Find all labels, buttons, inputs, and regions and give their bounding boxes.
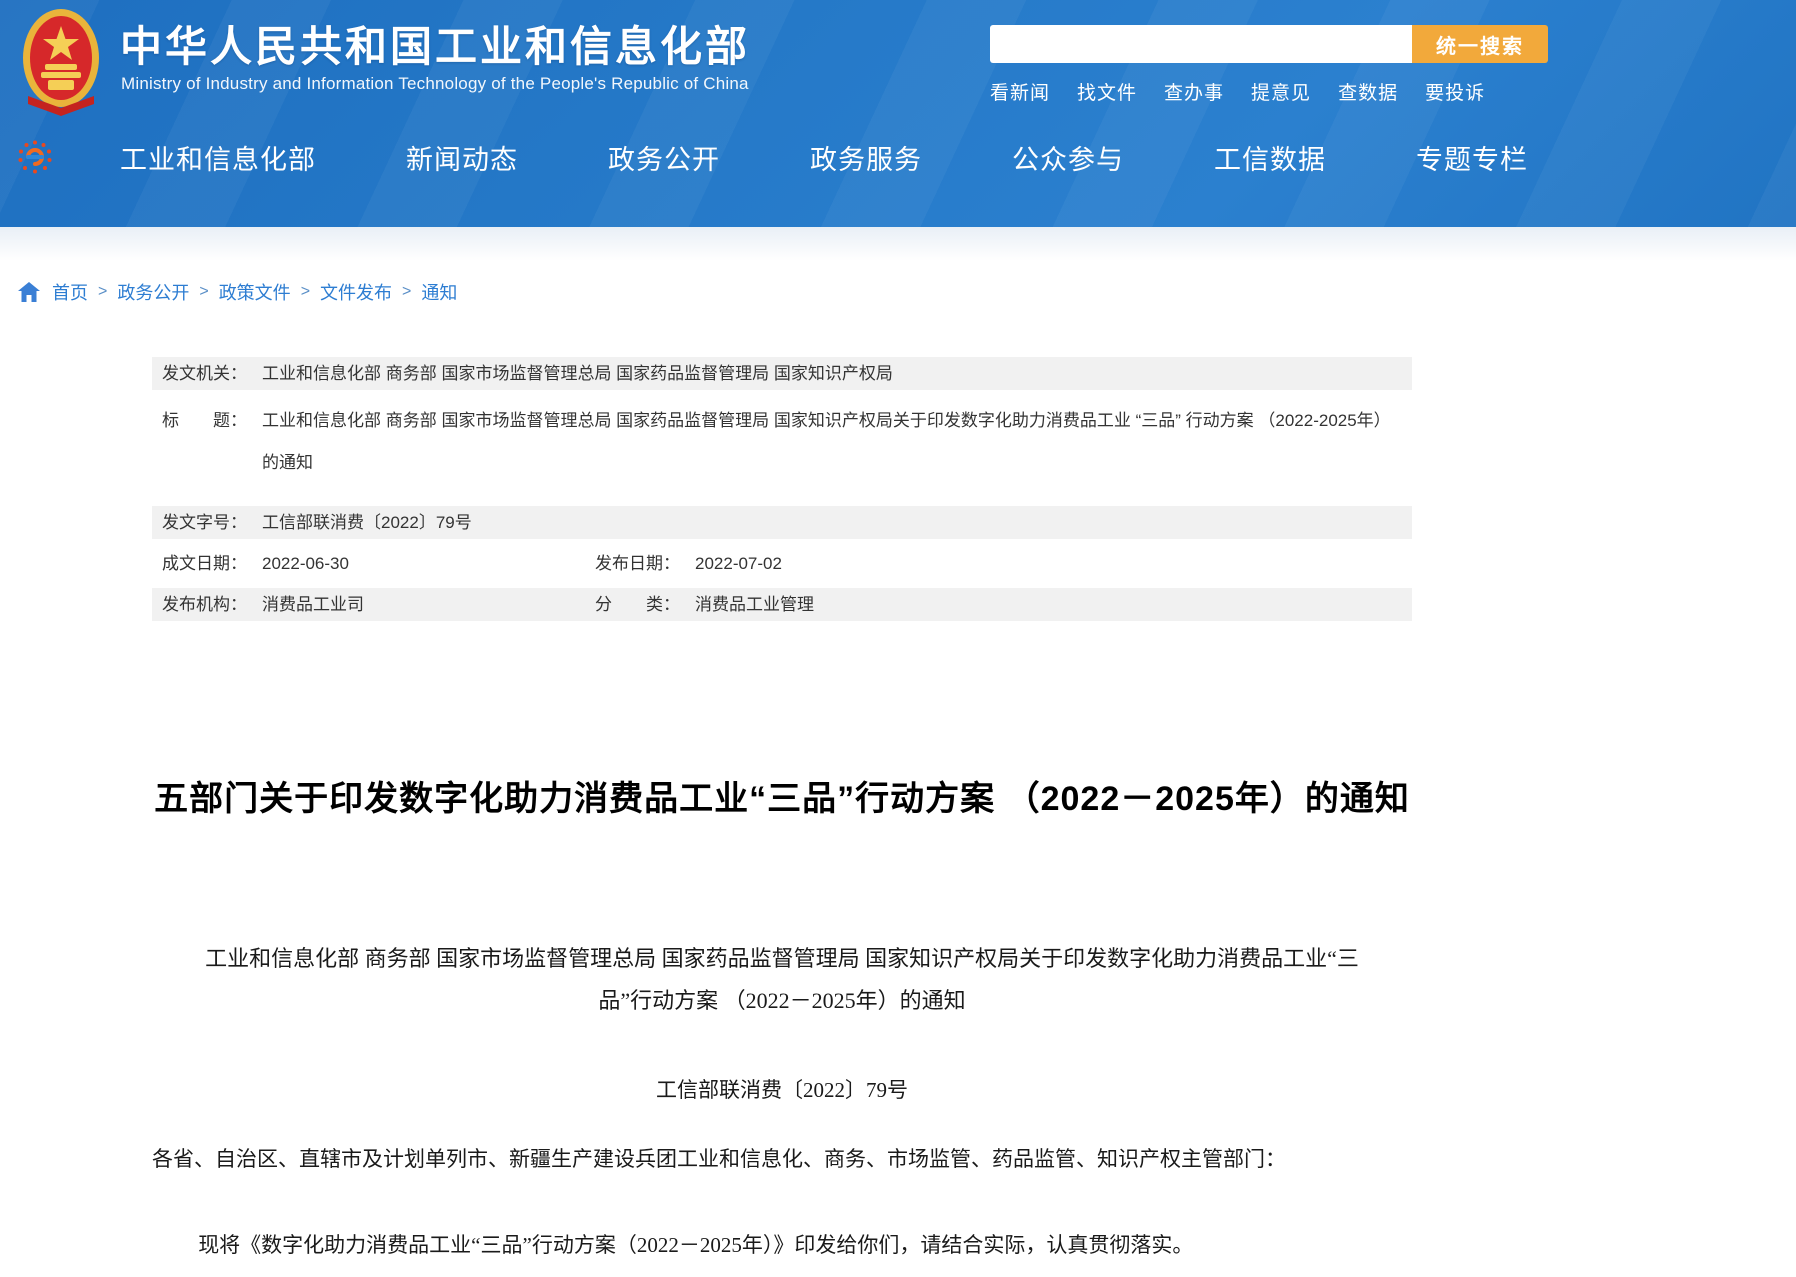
meta-label: 发布机构： [162,594,262,615]
breadcrumb-separator: > [199,283,208,301]
meta-value: 2022-07-02 [695,553,782,574]
site-subtitle-en: Ministry of Industry and Information Tec… [121,74,749,94]
meta-value: 2022-06-30 [262,553,349,574]
meta-label: 分 类： [595,594,695,615]
quick-link[interactable]: 看新闻 [990,78,1050,105]
document-number: 工信部联消费〔2022〕79号 [152,1074,1412,1104]
nav-list: 工业和信息化部 新闻动态 政务公开 政务服务 公众参与 工信数据 专题专栏 [120,138,1528,177]
breadcrumb-separator: > [402,283,411,301]
quick-link[interactable]: 提意见 [1251,78,1311,105]
nav-item[interactable]: 专题专栏 [1416,138,1528,177]
meta-value: 消费品工业管理 [695,594,814,615]
quick-link[interactable]: 要投诉 [1425,78,1485,105]
breadcrumb-item: 文件发布 > [320,279,421,305]
search-input[interactable] [990,25,1412,63]
content-area: 发文机关： 工业和信息化部 商务部 国家市场监督管理总局 国家药品监督管理局 国… [152,357,1412,1262]
meta-row-dates: 成文日期： 2022-06-30 发布日期： 2022-07-02 [152,547,1412,580]
breadcrumb-link[interactable]: 政务公开 [117,279,189,305]
breadcrumb-link[interactable]: 首页 [52,279,88,305]
meta-label: 发文字号： [162,512,262,533]
unified-search-button[interactable]: 统一搜索 [1412,25,1548,63]
meta-value: 工业和信息化部 商务部 国家市场监督管理总局 国家药品监督管理局 国家知识产权局 [262,363,1412,384]
breadcrumb-items: 首页 > 政务公开 > 政策文件 > 文件发布 > 通知 > [52,279,457,305]
breadcrumb-link[interactable]: 政策文件 [219,279,291,305]
nav-item[interactable]: 工业和信息化部 [120,138,316,177]
meta-row-doc-number: 发文字号： 工信部联消费〔2022〕79号 [152,506,1412,539]
quick-link[interactable]: 找文件 [1077,78,1137,105]
search-bar: 统一搜索 [990,25,1548,63]
quick-link[interactable]: 查办事 [1164,78,1224,105]
document-heading-line: 工业和信息化部 商务部 国家市场监督管理总局 国家药品监督管理局 国家知识产权局… [152,938,1412,980]
document-meta-table: 发文机关： 工业和信息化部 商务部 国家市场监督管理总局 国家药品监督管理局 国… [152,357,1412,621]
document-heading-line: 品”行动方案 （2022－2025年）的通知 [152,980,1412,1022]
breadcrumb-item: 通知 > [421,279,457,305]
quick-link[interactable]: 查数据 [1338,78,1398,105]
meta-cell: 成文日期： 2022-06-30 [162,553,595,574]
breadcrumb: 首页 > 政务公开 > 政策文件 > 文件发布 > 通知 > [18,277,1796,307]
breadcrumb-link[interactable]: 文件发布 [320,279,392,305]
article-title: 五部门关于印发数字化助力消费品工业“三品”行动方案 （2022－2025年）的通… [152,771,1412,820]
home-icon[interactable] [18,282,40,302]
meta-row-publisher: 发布机构： 消费品工业司 分 类： 消费品工业管理 [152,588,1412,621]
nav-item[interactable]: 政务公开 [608,138,720,177]
meta-label: 发布日期： [595,553,695,574]
meta-value: 消费品工业司 [262,594,364,615]
meta-cell: 分 类： 消费品工业管理 [595,594,1412,615]
nav-item[interactable]: 工信数据 [1214,138,1326,177]
meta-value: 工信部联消费〔2022〕79号 [262,512,1412,533]
site-header: 中华人民共和国工业和信息化部 Ministry of Industry and … [0,0,1796,227]
site-title: 中华人民共和国工业和信息化部 [120,13,750,74]
breadcrumb-item: 政策文件 > [219,279,320,305]
nav-item[interactable]: 新闻动态 [406,138,518,177]
paragraph-body: 现将《数字化助力消费品工业“三品”行动方案（2022－2025年）》印发给你们，… [152,1228,1412,1262]
national-emblem-icon [22,8,100,116]
meta-cell: 发布机构： 消费品工业司 [162,594,595,615]
meta-label: 成文日期： [162,553,262,574]
breadcrumb-item: 政务公开 > [117,279,218,305]
meta-row-issuing-agency: 发文机关： 工业和信息化部 商务部 国家市场监督管理总局 国家药品监督管理局 国… [152,357,1412,390]
header-fade [0,227,1796,261]
nav-item[interactable]: 公众参与 [1012,138,1124,177]
breadcrumb-item: 首页 > [52,279,117,305]
quick-links: 看新闻找文件查办事提意见查数据要投诉 [990,78,1550,105]
breadcrumb-separator: > [98,283,107,301]
meta-cell: 发布日期： 2022-07-02 [595,553,1412,574]
nav-item[interactable]: 政务服务 [810,138,922,177]
document-heading: 工业和信息化部 商务部 国家市场监督管理总局 国家药品监督管理局 国家知识产权局… [152,938,1412,1022]
breadcrumb-separator: > [301,283,310,301]
breadcrumb-link[interactable]: 通知 [421,279,457,305]
paragraph-recipients: 各省、自治区、直辖市及计划单列市、新疆生产建设兵团工业和信息化、商务、市场监管、… [152,1142,1412,1176]
meta-value: 工业和信息化部 商务部 国家市场监督管理总局 国家药品监督管理局 国家知识产权局… [262,400,1412,484]
main-nav: 工业和信息化部 新闻动态 政务公开 政务服务 公众参与 工信数据 专题专栏 [0,124,1796,190]
meta-label: 标 题： [162,400,262,442]
miit-logo-icon [18,140,52,174]
meta-row-title: 标 题： 工业和信息化部 商务部 国家市场监督管理总局 国家药品监督管理局 国家… [152,398,1412,498]
meta-label: 发文机关： [162,363,262,384]
